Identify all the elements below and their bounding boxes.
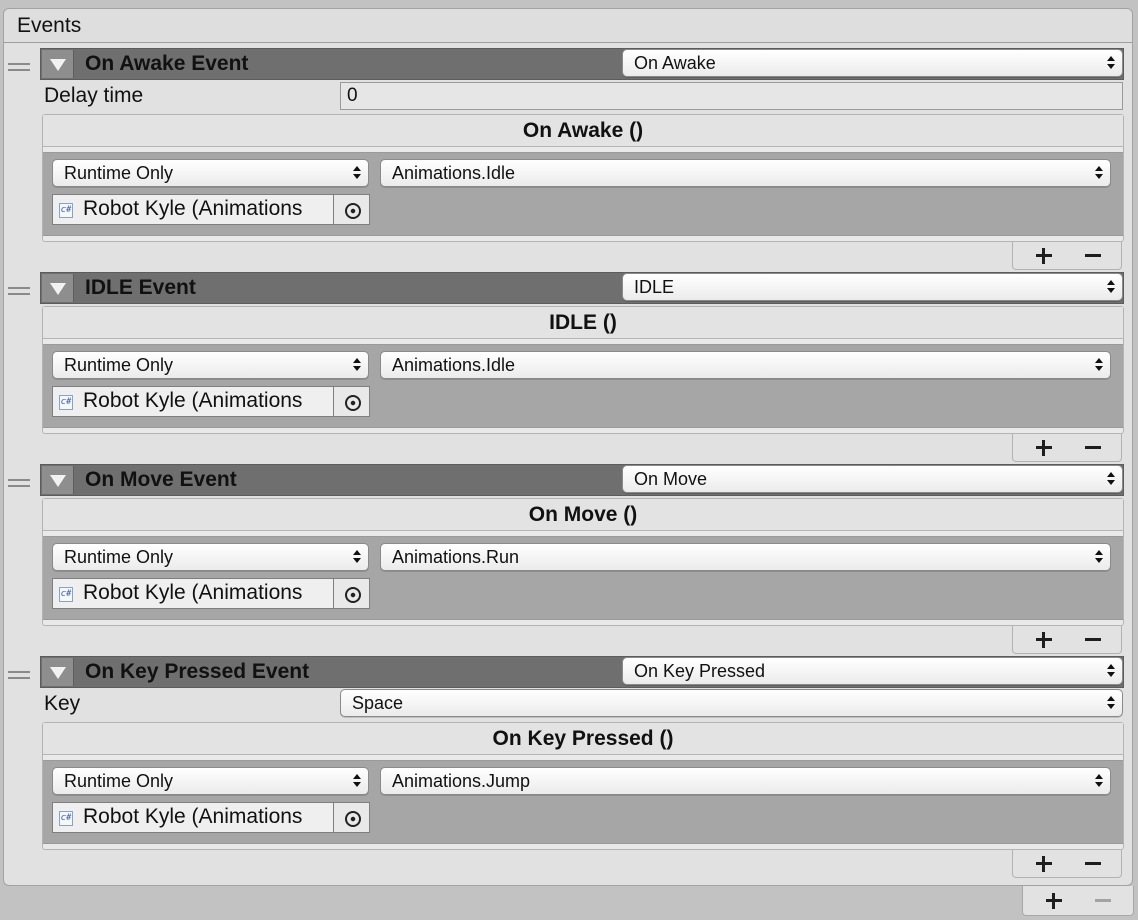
event-type-dropdown[interactable]: On Move: [622, 465, 1123, 493]
runtime-dropdown[interactable]: Runtime Only: [52, 543, 369, 571]
runtime-value: Runtime Only: [64, 355, 174, 375]
plus-icon[interactable]: [1034, 854, 1054, 874]
drag-handle-icon[interactable]: [8, 479, 30, 489]
object-picker-icon[interactable]: [333, 387, 369, 416]
unity-event-header: On Move (): [43, 499, 1123, 531]
event-type-value: On Awake: [634, 53, 716, 73]
method-value: Animations.Idle: [392, 163, 516, 183]
object-picker-icon[interactable]: [333, 803, 369, 832]
runtime-value: Runtime Only: [64, 163, 174, 183]
dropdown-arrows-icon: [1107, 696, 1115, 710]
object-picker-icon[interactable]: [333, 195, 369, 224]
target-object-field[interactable]: c# Robot Kyle (Animations: [52, 386, 370, 417]
target-object-name: Robot Kyle (Animations: [83, 197, 303, 220]
method-dropdown[interactable]: Animations.Idle: [380, 351, 1111, 379]
event-type-value: On Move: [634, 469, 708, 489]
runtime-dropdown[interactable]: Runtime Only: [52, 159, 369, 187]
csharp-script-icon: c#: [59, 395, 73, 410]
target-object-name: Robot Kyle (Animations: [83, 805, 303, 828]
unity-event-header: IDLE (): [43, 307, 1123, 339]
listener-footer: [1012, 434, 1122, 462]
key-label: Key: [44, 692, 81, 715]
dropdown-arrows-icon: [1095, 358, 1103, 372]
unity-event-header: On Awake (): [43, 115, 1123, 147]
plus-icon[interactable]: [1034, 246, 1054, 266]
object-picker-icon[interactable]: [333, 579, 369, 608]
dropdown-arrows-icon: [1107, 472, 1115, 486]
listener-footer: [1012, 242, 1122, 270]
dropdown-arrows-icon: [1107, 280, 1115, 294]
event-title: On Awake Event: [85, 52, 249, 75]
event-type-dropdown[interactable]: IDLE: [622, 273, 1123, 301]
dropdown-arrows-icon: [1107, 664, 1115, 678]
dropdown-arrows-icon: [353, 774, 361, 788]
method-dropdown[interactable]: Animations.Run: [380, 543, 1111, 571]
delay-time-label: Delay time: [44, 84, 144, 107]
target-object-field[interactable]: c# Robot Kyle (Animations: [52, 578, 370, 609]
dropdown-arrows-icon: [1095, 166, 1103, 180]
events-list-footer: [1022, 886, 1134, 916]
drag-handle-icon[interactable]: [8, 63, 30, 73]
event-title: On Move Event: [85, 468, 237, 491]
drag-handle-icon[interactable]: [8, 671, 30, 681]
delay-time-input[interactable]: 0: [340, 82, 1123, 110]
events-panel-header[interactable]: Events: [4, 9, 1132, 43]
minus-icon[interactable]: [1083, 630, 1103, 650]
unity-event-title: On Awake (): [522, 119, 644, 142]
method-value: Animations.Idle: [392, 355, 516, 375]
unity-event-title: On Move (): [528, 503, 638, 526]
minus-icon[interactable]: [1083, 246, 1103, 266]
csharp-script-icon: c#: [59, 811, 73, 826]
unity-event-title: On Key Pressed (): [492, 727, 674, 750]
key-value: Space: [352, 693, 404, 713]
plus-icon[interactable]: [1034, 438, 1054, 458]
runtime-value: Runtime Only: [64, 547, 174, 567]
listener-footer: [1012, 850, 1122, 878]
event-type-dropdown[interactable]: On Awake: [622, 49, 1123, 77]
method-value: Animations.Run: [392, 547, 520, 567]
dropdown-arrows-icon: [1107, 56, 1115, 70]
add-event-plus-icon[interactable]: [1044, 891, 1064, 911]
event-title: On Key Pressed Event: [85, 660, 310, 683]
foldout-triangle-icon[interactable]: [42, 274, 74, 302]
dropdown-arrows-icon: [353, 358, 361, 372]
panel-title: Events: [17, 14, 82, 37]
method-value: Animations.Jump: [392, 771, 531, 791]
unity-event-header: On Key Pressed (): [43, 723, 1123, 755]
method-dropdown[interactable]: Animations.Jump: [380, 767, 1111, 795]
target-object-name: Robot Kyle (Animations: [83, 389, 303, 412]
listener-footer: [1012, 626, 1122, 654]
drag-handle-icon[interactable]: [8, 287, 30, 297]
remove-event-minus-icon: [1093, 891, 1113, 911]
csharp-script-icon: c#: [59, 587, 73, 602]
event-title: IDLE Event: [85, 276, 196, 299]
plus-icon[interactable]: [1034, 630, 1054, 650]
event-type-value: IDLE: [634, 277, 675, 297]
csharp-script-icon: c#: [59, 203, 73, 218]
event-type-dropdown[interactable]: On Key Pressed: [622, 657, 1123, 685]
foldout-triangle-icon[interactable]: [42, 50, 74, 78]
target-object-field[interactable]: c# Robot Kyle (Animations: [52, 194, 370, 225]
unity-event-title: IDLE (): [549, 311, 617, 334]
runtime-dropdown[interactable]: Runtime Only: [52, 767, 369, 795]
dropdown-arrows-icon: [353, 166, 361, 180]
method-dropdown[interactable]: Animations.Idle: [380, 159, 1111, 187]
key-dropdown[interactable]: Space: [340, 689, 1123, 717]
runtime-dropdown[interactable]: Runtime Only: [52, 351, 369, 379]
dropdown-arrows-icon: [1095, 774, 1103, 788]
target-object-name: Robot Kyle (Animations: [83, 581, 303, 604]
minus-icon[interactable]: [1083, 438, 1103, 458]
minus-icon[interactable]: [1083, 854, 1103, 874]
event-type-value: On Key Pressed: [634, 661, 766, 681]
target-object-field[interactable]: c# Robot Kyle (Animations: [52, 802, 370, 833]
runtime-value: Runtime Only: [64, 771, 174, 791]
foldout-triangle-icon[interactable]: [42, 466, 74, 494]
dropdown-arrows-icon: [1095, 550, 1103, 564]
dropdown-arrows-icon: [353, 550, 361, 564]
foldout-triangle-icon[interactable]: [42, 658, 74, 686]
